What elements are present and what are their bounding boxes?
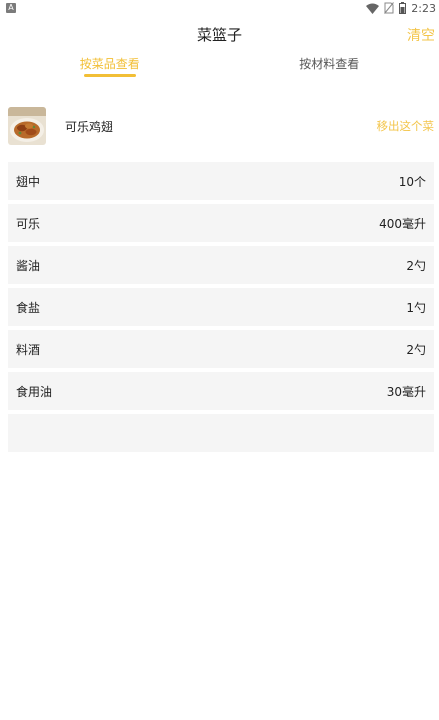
ingredient-amount: 400毫升 [379,216,426,231]
ingredient-row: 料酒 2勺 [8,330,434,368]
tab-active-indicator [83,74,136,77]
ingredient-amount: 2勺 [406,342,426,357]
dish-item[interactable]: 可乐鸡翅 移出这个菜 [0,101,439,151]
ingredient-amount: 10个 [398,174,426,189]
status-bar: A 2:23 [0,0,439,16]
tab-by-dish[interactable]: 按菜品查看 [0,52,220,82]
ingredient-name: 翅中 [16,174,41,189]
ingredient-name: 可乐 [16,216,41,231]
battery-icon [399,2,407,14]
status-time: 2:23 [411,1,436,15]
remove-dish-button[interactable]: 移出这个菜 [377,118,435,134]
dish-name: 可乐鸡翅 [65,119,114,134]
ingredient-list: 翅中 10个 可乐 400毫升 酱油 2勺 食盐 1勺 料酒 2勺 食用油 30… [0,162,439,452]
ingredient-row: 酱油 2勺 [8,246,434,284]
notification-app-icon: A [6,3,16,13]
ingredient-row: 可乐 400毫升 [8,204,434,242]
empty-row [8,414,434,452]
ingredient-row: 翅中 10个 [8,162,434,200]
ingredient-name: 食用油 [16,384,53,399]
ingredient-amount: 2勺 [406,258,426,273]
ingredient-amount: 30毫升 [386,384,426,399]
ingredient-name: 酱油 [16,258,41,273]
tab-label: 按菜品查看 [79,57,140,71]
tab-bar: 按菜品查看 按材料查看 [0,52,439,82]
ingredient-row: 食盐 1勺 [8,288,434,326]
ingredient-name: 食盐 [16,300,41,315]
wifi-icon [366,3,380,14]
header: 菜篮子 清空 [0,16,439,52]
ingredient-amount: 1勺 [406,300,426,315]
tab-label: 按材料查看 [299,57,360,71]
clear-button[interactable]: 清空 [407,25,435,45]
ingredient-name: 料酒 [16,342,41,357]
tab-by-ingredient[interactable]: 按材料查看 [220,52,439,82]
ingredient-row: 食用油 30毫升 [8,372,434,410]
no-sim-icon [384,2,395,14]
page-title: 菜篮子 [196,25,242,44]
dish-thumbnail [8,107,46,145]
